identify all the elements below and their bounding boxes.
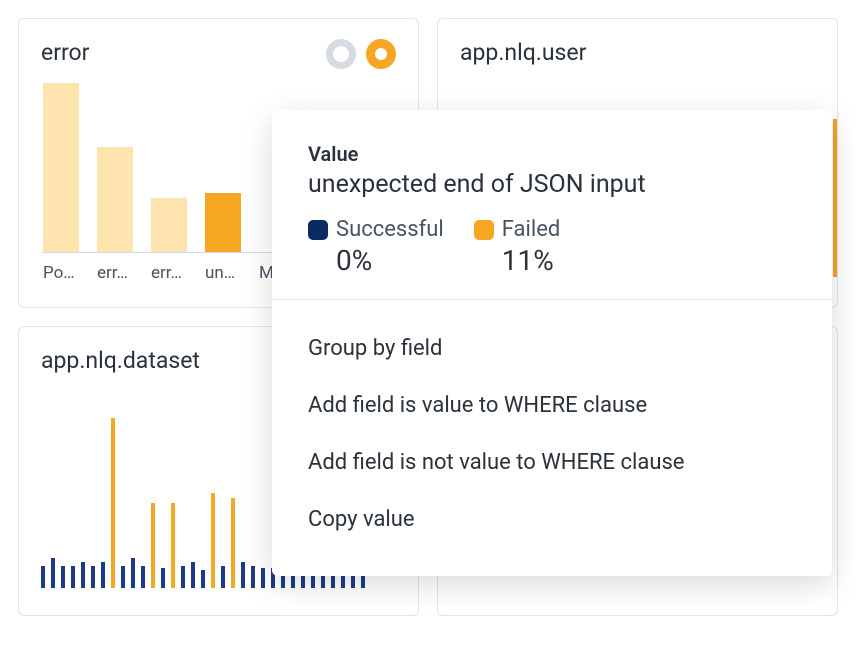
stripe-blue[interactable] [91,566,95,588]
card-user-header: app.nlq.user [460,39,815,66]
bar-2[interactable] [151,198,187,252]
stripe-blue[interactable] [221,566,225,588]
card-user-title: app.nlq.user [460,39,586,66]
bar-label-0: Po… [43,263,79,283]
popover-legend: Successful 0% Failed 11% [308,217,796,277]
stripe-blue[interactable] [201,570,205,588]
legend-successful-name: Successful [336,217,444,242]
bar-0[interactable] [43,83,79,252]
stripe-yellow[interactable] [151,503,155,588]
card-error-header: error [41,39,396,69]
swatch-failed-icon [474,220,494,240]
legend-successful-pct: 0% [308,244,444,277]
stripe-blue[interactable] [261,568,265,588]
stripe-blue[interactable] [41,566,45,588]
legend-failed-name: Failed [502,217,561,242]
series-toggle-group [326,39,396,69]
popover-value: unexpected end of JSON input [308,170,796,199]
stripe-blue[interactable] [191,562,195,588]
bar-label-1: err… [97,263,133,283]
bar-3-selected[interactable] [205,193,241,252]
stripe-blue[interactable] [61,566,65,588]
legend-failed: Failed 11% [474,217,561,277]
stripe-blue[interactable] [241,562,245,588]
popover-field-label: Value [308,142,796,166]
value-popover: Value unexpected end of JSON input Succe… [272,110,832,576]
stripe-blue[interactable] [131,558,135,588]
stripe-yellow[interactable] [211,493,215,588]
stripe-blue[interactable] [141,566,145,588]
stripe-blue[interactable] [51,558,55,588]
swatch-successful-icon [308,220,328,240]
stripe-blue[interactable] [121,566,125,588]
stripe-blue[interactable] [81,562,85,588]
stripe-blue[interactable] [101,562,105,588]
popover-divider [272,299,832,300]
menu-copy-value[interactable]: Copy value [308,491,796,548]
series-toggle-inactive-icon[interactable] [326,39,356,69]
stripe-yellow[interactable] [111,418,115,588]
stripe-yellow[interactable] [171,503,175,588]
legend-successful: Successful 0% [308,217,444,277]
series-toggle-active-icon[interactable] [366,39,396,69]
bar-1[interactable] [97,147,133,252]
menu-add-is-not-where[interactable]: Add field is not value to WHERE clause [308,434,796,491]
card-dataset-title: app.nlq.dataset [41,347,200,374]
stripe-blue[interactable] [181,566,185,588]
user-line [833,119,837,277]
stripe-blue[interactable] [251,566,255,588]
stripe-yellow[interactable] [231,498,235,588]
menu-add-is-where[interactable]: Add field is value to WHERE clause [308,377,796,434]
stripe-blue[interactable] [161,568,165,588]
menu-group-by-field[interactable]: Group by field [308,320,796,377]
bar-label-3: un… [205,263,241,283]
card-error-title: error [41,39,89,66]
legend-failed-pct: 11% [474,244,561,277]
bar-label-2: err… [151,263,187,283]
stripe-blue[interactable] [71,566,75,588]
